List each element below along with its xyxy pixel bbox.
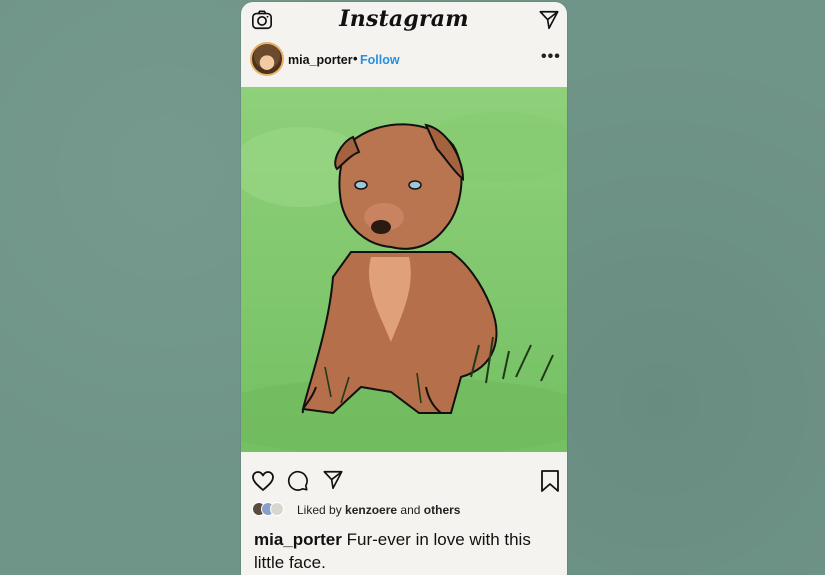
avatar[interactable]: [250, 42, 284, 76]
post-caption: mia_porter Fur-ever in love with this li…: [254, 528, 554, 574]
puppy-illustration: [241, 87, 567, 452]
liked-by-middle: and: [400, 503, 421, 517]
caption-username[interactable]: mia_porter: [254, 530, 342, 549]
instagram-post-card: Instagram mia_porter • Follow ••• Liked …: [241, 2, 567, 575]
paper-plane-icon[interactable]: [321, 469, 345, 491]
follow-button[interactable]: Follow: [360, 53, 400, 67]
liked-by-text: Liked by kenzoere and others: [297, 503, 460, 517]
liked-by-prefix: Liked by: [297, 503, 342, 517]
post-actions: [241, 466, 567, 496]
post-header: mia_porter • Follow •••: [241, 40, 567, 80]
top-bar: Instagram: [241, 2, 567, 38]
comment-icon[interactable]: [287, 470, 309, 492]
more-options-icon[interactable]: •••: [541, 48, 561, 66]
instagram-logo: Instagram: [339, 6, 469, 32]
separator-dot: •: [353, 51, 358, 66]
likes-row[interactable]: Liked by kenzoere and others: [241, 500, 567, 520]
paper-plane-icon[interactable]: [538, 9, 560, 31]
bookmark-icon[interactable]: [540, 469, 560, 493]
liked-by-user[interactable]: kenzoere: [345, 503, 397, 517]
heart-icon[interactable]: [251, 470, 275, 492]
liker-avatar: [270, 502, 284, 516]
liked-by-others[interactable]: others: [424, 503, 461, 517]
post-image[interactable]: [241, 87, 567, 452]
post-username[interactable]: mia_porter: [288, 53, 353, 67]
